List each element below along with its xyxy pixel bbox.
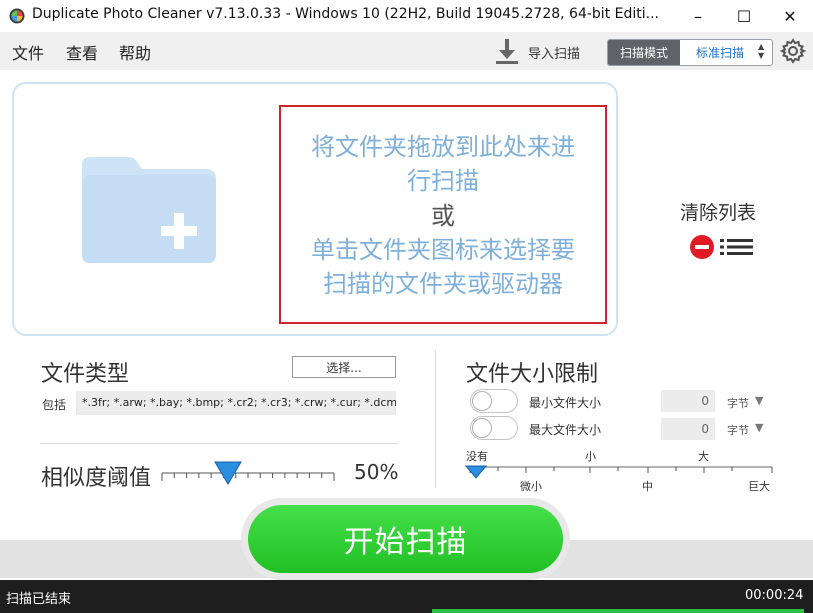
min-size-label: 最小文件大小	[529, 396, 602, 410]
min-size-unit[interactable]: 字节	[727, 395, 749, 411]
menu-view[interactable]: 查看	[66, 40, 98, 64]
gear-icon[interactable]	[780, 38, 806, 64]
elapsed-time: 00:00:24	[745, 588, 804, 603]
clear-list-icon[interactable]	[689, 233, 755, 261]
file-types-title: 文件类型	[41, 362, 130, 387]
menu-help[interactable]: 帮助	[119, 40, 151, 64]
max-size-input[interactable]: 0	[661, 418, 715, 440]
scan-mode-label: 扫描模式	[608, 40, 680, 65]
drop-hint-line4: 扫描的文件夹或驱动器	[323, 270, 563, 298]
close-button[interactable]: ✕	[767, 0, 813, 32]
start-scan-button[interactable]: 开始扫描	[248, 505, 563, 573]
app-icon	[9, 8, 25, 24]
import-scan-icon[interactable]	[494, 37, 520, 65]
window-title: Duplicate Photo Cleaner v7.13.0.33 - Win…	[32, 6, 659, 22]
select-file-types-button[interactable]: 选择...	[292, 356, 396, 378]
file-extensions-field[interactable]: *.3fr; *.arw; *.bay; *.bmp; *.cr2; *.cr3…	[76, 391, 396, 415]
size-label-huge: 巨大	[748, 480, 770, 493]
file-size-title: 文件大小限制	[466, 362, 599, 387]
menu-file[interactable]: 文件	[12, 40, 44, 64]
max-size-unit-dropdown-icon[interactable]: ▼	[755, 421, 763, 434]
maximize-icon: ☐	[736, 6, 752, 26]
size-label-tiny: 微小	[520, 480, 542, 493]
similarity-title: 相似度阈值	[41, 466, 152, 491]
maximize-button[interactable]: ☐	[721, 0, 767, 32]
scan-mode-value[interactable]: 标准扫描	[684, 40, 756, 65]
include-label: 包括	[42, 398, 67, 412]
min-size-input[interactable]: 0	[661, 390, 715, 412]
drop-hint-or: 或	[431, 202, 455, 230]
min-size-toggle[interactable]	[470, 389, 518, 413]
min-size-unit-dropdown-icon[interactable]: ▼	[755, 394, 763, 407]
minimize-button[interactable]: –	[675, 0, 721, 32]
progress-bar	[432, 609, 804, 613]
add-folder-icon[interactable]	[80, 155, 218, 265]
max-size-unit[interactable]: 字节	[727, 422, 749, 438]
close-icon: ✕	[783, 6, 797, 26]
similarity-value: 50%	[354, 460, 399, 484]
scan-mode-select[interactable]: 扫描模式 标准扫描 ▲ ▼	[607, 39, 773, 66]
size-label-medium: 中	[642, 480, 653, 493]
minimize-icon: –	[694, 6, 702, 26]
section-divider	[40, 443, 398, 444]
drop-hint-line3: 单击文件夹图标来选择要	[311, 236, 575, 264]
status-text: 扫描已结束	[6, 592, 72, 607]
clear-list-label[interactable]: 清除列表	[680, 198, 756, 225]
similarity-slider[interactable]	[158, 456, 338, 490]
import-scan-button[interactable]: 导入扫描	[528, 43, 580, 62]
max-size-label: 最大文件大小	[529, 423, 602, 437]
file-size-slider-thumb[interactable]	[464, 465, 488, 479]
max-size-toggle[interactable]	[470, 416, 518, 440]
drop-hint-line2: 行扫描	[407, 167, 479, 195]
drop-hint-line1: 将文件夹拖放到此处来进	[311, 133, 575, 161]
section-divider-vertical	[435, 350, 436, 488]
file-size-slider[interactable]: 没有 小 大 微小 中 巨大	[462, 448, 778, 493]
spinner-arrows-icon[interactable]: ▲ ▼	[758, 42, 764, 60]
